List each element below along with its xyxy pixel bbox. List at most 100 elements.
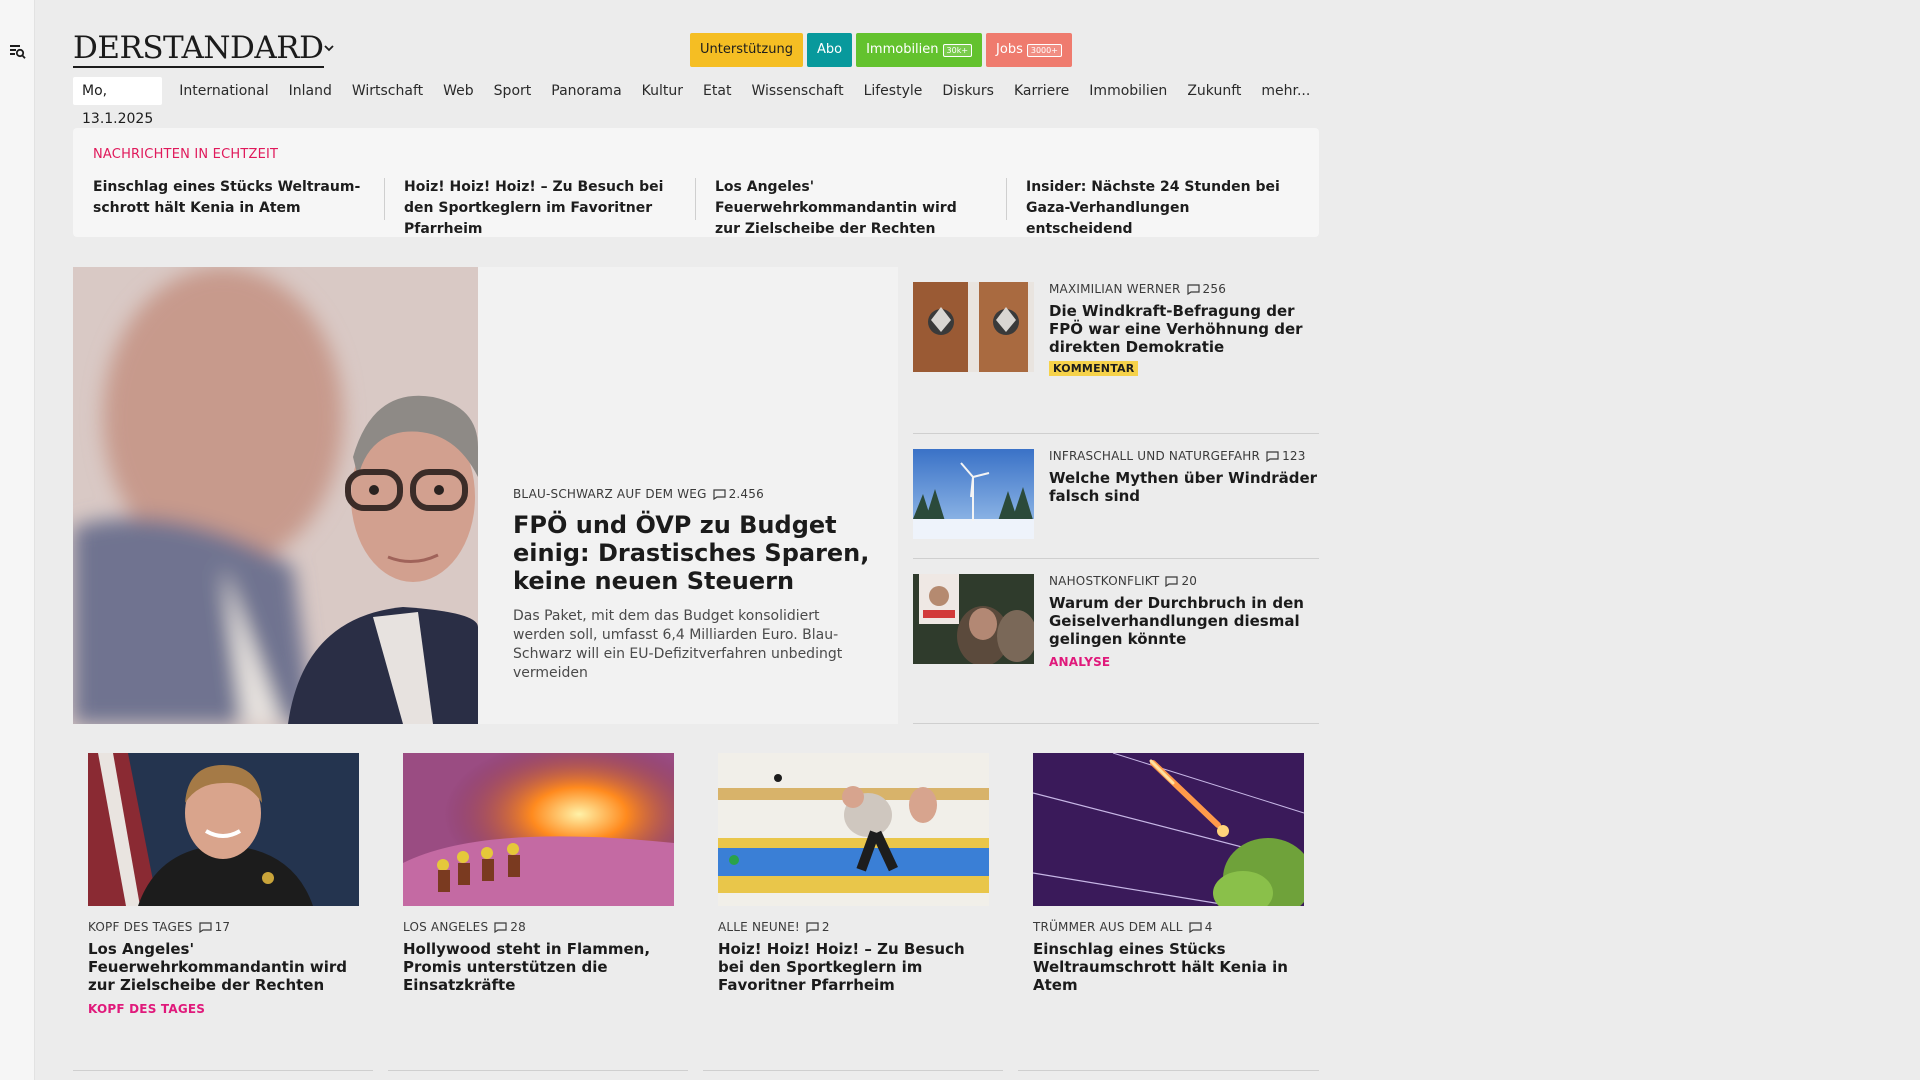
promo-buttons: Unterstützung Abo Immobilien 30k+ Jobs 3…: [690, 33, 1072, 67]
teaser-kicker: TRÜMMER AUS DEM ALL 4: [1033, 920, 1304, 934]
side-article-title[interactable]: Warum der Durchbruch in den Geiselverhan…: [1049, 594, 1319, 648]
ticker-item[interactable]: Einschlag eines Stücks Weltraum­schrott …: [93, 177, 363, 219]
comment-count-value: 4: [1204, 920, 1213, 934]
side-article-image[interactable]: [913, 282, 1034, 372]
jobs-button[interactable]: Jobs 3000+: [986, 33, 1072, 67]
comment-icon: [1165, 575, 1179, 587]
immobilien-button-label: Immobilien: [866, 42, 939, 57]
comment-count-value: 2.456: [728, 487, 764, 501]
side-article-title[interactable]: Welche Mythen über Windräder falsch sind: [1049, 469, 1319, 505]
teaser-title[interactable]: Hollywood steht in Flammen, Promis unter…: [403, 940, 674, 994]
side-article-text: INFRASCHALL UND NATURGEFAHR 123 Welche M…: [1049, 449, 1319, 505]
live-ticker-label: NACHRICHTEN IN ECHTZEIT: [93, 147, 279, 162]
live-ticker: NACHRICHTEN IN ECHTZEIT Einschlag eines …: [73, 128, 1319, 237]
side-article-image[interactable]: [913, 574, 1034, 664]
teaser-title[interactable]: Einschlag eines Stücks Weltraum­schrott …: [1033, 940, 1304, 994]
nav-item-inland[interactable]: Inland: [279, 77, 342, 105]
column-divider: [388, 1070, 688, 1071]
side-article-text: MAXIMILIAN WERNER 256 Die Windkraft-Befr…: [1049, 282, 1319, 376]
side-article-title[interactable]: Die Windkraft-Befragung der FPÖ war eine…: [1049, 302, 1319, 356]
comment-icon: [1266, 450, 1279, 462]
nav-item-diskurs[interactable]: Diskurs: [932, 77, 1004, 105]
nav-item-zukunft[interactable]: Zukunft: [1177, 77, 1251, 105]
side-kicker: INFRASCHALL UND NATURGEFAHR 123: [1049, 449, 1319, 463]
nav-item-international[interactable]: International: [169, 77, 278, 105]
nav-item-wirtschaft[interactable]: Wirtschaft: [342, 77, 433, 105]
comment-count-value: 123: [1282, 449, 1306, 463]
teaser-kicker-text: KOPF DES TAGES: [88, 920, 193, 934]
comment-count[interactable]: 4: [1189, 920, 1213, 934]
teaser-image[interactable]: [403, 753, 674, 906]
comment-icon: [712, 488, 726, 500]
section-nav: Mo, 13.1.2025 International Inland Wirts…: [73, 77, 1320, 127]
hero-article[interactable]: BLAU-SCHWARZ AUF DEM WEG 2.456 FPÖ und Ö…: [73, 267, 898, 724]
comment-icon: [1186, 283, 1200, 295]
teaser-image[interactable]: [88, 753, 359, 906]
ticker-divider: [384, 178, 385, 220]
nav-item-immobilien[interactable]: Immobilien: [1079, 77, 1177, 105]
comment-count-value: 28: [510, 920, 526, 934]
support-button[interactable]: Unterstützung: [690, 33, 803, 67]
kopf-des-tages-tag: KOPF DES TAGES: [88, 1002, 206, 1016]
teaser-title[interactable]: Hoiz! Hoiz! Hoiz! – Zu Besuch bei den Sp…: [718, 940, 989, 994]
ticker-item[interactable]: Insider: Nächste 24 Stunden bei Gaza-Ver…: [1026, 177, 1296, 240]
abo-button[interactable]: Abo: [806, 33, 853, 67]
hero-lead: Das Paket, mit dem das Budget konsolidie…: [513, 608, 843, 681]
side-article[interactable]: MAXIMILIAN WERNER 256 Die Windkraft-Befr…: [913, 282, 1319, 392]
chevron-down-icon[interactable]: [321, 40, 337, 56]
teaser-card[interactable]: TRÜMMER AUS DEM ALL 4 Einschlag eines St…: [1033, 753, 1304, 994]
nav-item-web[interactable]: Web: [433, 77, 484, 105]
ticker-item[interactable]: Los Angeles' Feuerwehrkommandan­tin wird…: [715, 177, 985, 240]
teaser-card[interactable]: KOPF DES TAGES 17 Los Angeles' Feuerwehr…: [88, 753, 359, 1016]
nav-item-sport[interactable]: Sport: [484, 77, 542, 105]
side-kicker-text: MAXIMILIAN WERNER: [1049, 282, 1181, 296]
nav-item-lifestyle[interactable]: Lifestyle: [854, 77, 933, 105]
comment-count-value: 20: [1181, 574, 1198, 588]
analysis-tag: ANALYSE: [1049, 655, 1111, 669]
side-divider: [913, 723, 1319, 724]
search-menu-icon[interactable]: [9, 43, 27, 61]
nav-item-etat[interactable]: Etat: [693, 77, 741, 105]
nav-item-kultur[interactable]: Kultur: [632, 77, 693, 105]
hero-text: BLAU-SCHWARZ AUF DEM WEG 2.456 FPÖ und Ö…: [513, 487, 873, 683]
ticker-divider: [1006, 178, 1007, 220]
teaser-title[interactable]: Los Angeles' Feuerwehrkomman­dantin wird…: [88, 940, 359, 994]
comment-count[interactable]: 28: [494, 920, 526, 934]
comment-count[interactable]: 20: [1165, 574, 1197, 588]
hero-kicker: BLAU-SCHWARZ AUF DEM WEG 2.456: [513, 487, 873, 501]
side-article[interactable]: NAHOSTKONFLIKT 20 Warum der Durchbruch i…: [913, 574, 1319, 684]
ticker-item[interactable]: Hoiz! Hoiz! Hoiz! – Zu Besuch bei den Sp…: [404, 177, 674, 240]
comment-count[interactable]: 256: [1186, 282, 1227, 296]
comment-count[interactable]: 123: [1266, 449, 1306, 463]
immobilien-count-badge: 30k+: [942, 43, 973, 57]
side-article[interactable]: INFRASCHALL UND NATURGEFAHR 123 Welche M…: [913, 449, 1319, 559]
nav-item-wissenschaft[interactable]: Wissenschaft: [741, 77, 853, 105]
teaser-kicker: LOS ANGELES 28: [403, 920, 674, 934]
nav-item-karriere[interactable]: Karriere: [1004, 77, 1079, 105]
comment-count-value: 2: [821, 920, 830, 934]
comment-count[interactable]: 2.456: [712, 487, 764, 501]
comment-icon: [1189, 921, 1202, 933]
column-divider: [73, 1070, 373, 1071]
nav-item-more[interactable]: mehr...: [1251, 77, 1320, 105]
date-chip: Mo, 13.1.2025: [73, 77, 163, 127]
teaser-image[interactable]: [1033, 753, 1304, 906]
comment-count[interactable]: 17: [198, 920, 231, 934]
column-divider: [1018, 1070, 1319, 1071]
side-article-text: NAHOSTKONFLIKT 20 Warum der Durchbruch i…: [1049, 574, 1319, 670]
comment-icon: [806, 921, 819, 933]
header: DERSTANDARD Unterstützung Abo Immobilien…: [73, 30, 1319, 70]
side-article-image[interactable]: [913, 449, 1034, 539]
teaser-card[interactable]: ALLE NEUNE! 2 Hoiz! Hoiz! Hoiz! – Zu Bes…: [718, 753, 989, 994]
teaser-kicker-text: ALLE NEUNE!: [718, 920, 800, 934]
hero-title[interactable]: FPÖ und ÖVP zu Budget einig: Drastisches…: [513, 511, 873, 595]
teaser-image[interactable]: [718, 753, 989, 906]
left-rail: [0, 0, 35, 1080]
nav-item-panorama[interactable]: Panorama: [541, 77, 631, 105]
teaser-card[interactable]: LOS ANGELES 28 Hollywood steht in Flamme…: [403, 753, 674, 994]
comment-count[interactable]: 2: [806, 920, 830, 934]
logo[interactable]: DERSTANDARD: [73, 30, 324, 68]
teaser-kicker: KOPF DES TAGES 17: [88, 920, 359, 934]
hero-image[interactable]: [73, 267, 478, 724]
immobilien-button[interactable]: Immobilien 30k+: [856, 33, 983, 67]
